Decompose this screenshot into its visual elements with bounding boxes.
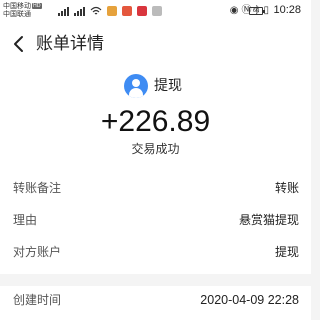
app-notification-icon xyxy=(122,6,132,16)
wifi-icon xyxy=(90,6,102,15)
detail-label: 理由 xyxy=(13,213,38,227)
detail-label: 对方账户 xyxy=(13,245,62,259)
carrier-2: 中国联通 xyxy=(3,10,31,18)
detail-row-account[interactable]: 对方账户 提现 xyxy=(0,238,311,266)
detail-row-reason: 理由 悬赏猫提现 xyxy=(0,206,311,234)
detail-value: 悬赏猫提现 xyxy=(238,213,299,227)
nav-bar: 账单详情 xyxy=(0,22,311,66)
page-title: 账单详情 xyxy=(36,34,104,54)
detail-value: 2020-04-09 22:28 xyxy=(200,293,299,307)
user-icon xyxy=(124,74,148,98)
eye-icon: ◉ xyxy=(229,5,239,16)
detail-value: 提现 xyxy=(274,245,299,259)
detail-row-remark: 转账备注 转账 xyxy=(0,174,311,202)
status-time: 10:28 xyxy=(273,4,301,16)
transaction-status: 交易成功 xyxy=(131,142,180,156)
detail-list: 转账备注 转账 理由 悬赏猫提现 对方账户 提现 创建时间 2020-04-09… xyxy=(0,166,311,320)
detail-row-created-time: 创建时间 2020-04-09 22:28 xyxy=(0,286,311,314)
detail-value: 转账 xyxy=(274,181,299,195)
section-divider xyxy=(0,274,311,286)
chevron-left-icon[interactable] xyxy=(10,34,28,54)
transaction-amount: +226.89 xyxy=(100,105,211,138)
status-bar: 中国移动 HD 中国联通 ◉ Ⓝ ᛒ ▯ 60 10:28 xyxy=(0,0,311,22)
carrier-1: 中国移动 xyxy=(3,2,31,10)
battery-icon: 60 xyxy=(249,7,265,15)
app-notification-icon xyxy=(137,6,147,16)
detail-label: 创建时间 xyxy=(13,293,62,307)
detail-label: 转账备注 xyxy=(13,181,62,195)
hd-badge: HD xyxy=(32,3,42,9)
transaction-type: 提现 xyxy=(154,78,182,94)
signal-icon xyxy=(58,6,69,16)
signal-icons xyxy=(58,6,162,16)
signal-icon xyxy=(74,6,85,16)
app-notification-icon xyxy=(152,6,162,16)
transaction-summary: 提现 +226.89 交易成功 xyxy=(0,66,311,166)
app-notification-icon xyxy=(107,6,117,16)
carrier-info: 中国移动 HD 中国联通 xyxy=(3,2,42,18)
